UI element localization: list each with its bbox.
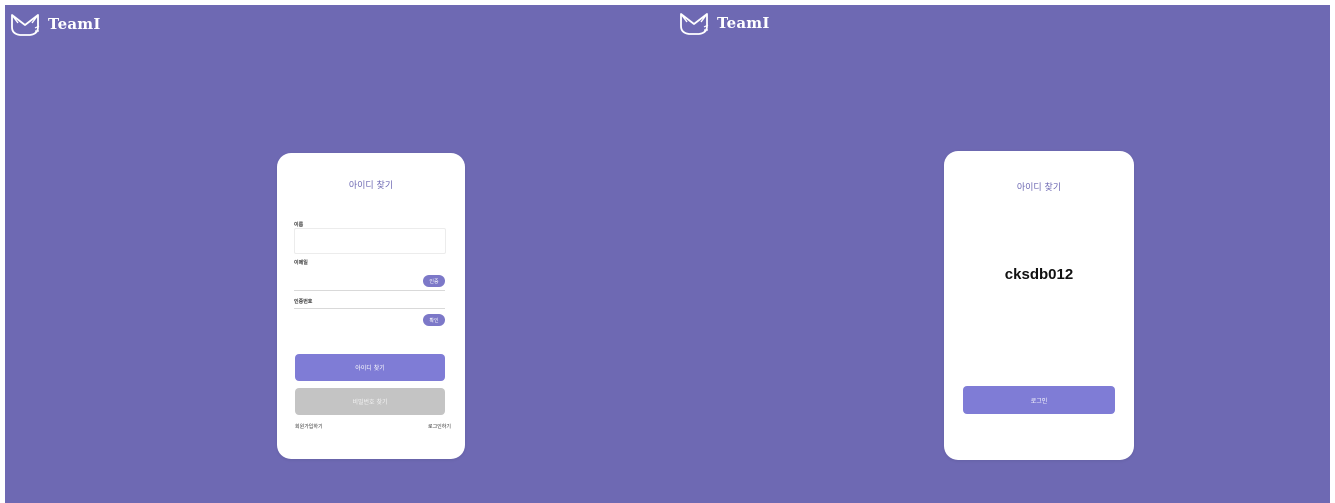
verification-code-input[interactable] bbox=[294, 308, 445, 309]
find-id-result-screen: TeamI 아이디 찾기 cksdb012 로그인 bbox=[667, 5, 1330, 503]
find-id-form-screen: TeamI 아이디 찾기 이름 이메일 인증 인증번호 확인 아이디 찾기 비밀… bbox=[5, 5, 667, 503]
card-title: 아이디 찾기 bbox=[1016, 183, 1062, 193]
teami-logo[interactable]: TeamI bbox=[677, 10, 770, 36]
teami-logo-icon bbox=[680, 13, 709, 35]
logo-text: TeamI bbox=[717, 14, 770, 32]
email-verify-button[interactable]: 인증 bbox=[423, 275, 445, 287]
find-id-result-card: 아이디 찾기 cksdb012 로그인 bbox=[944, 151, 1134, 460]
find-id-card: 아이디 찾기 이름 이메일 인증 인증번호 확인 아이디 찾기 비밀번호 찾기 … bbox=[277, 153, 465, 459]
email-label: 이메일 bbox=[294, 260, 308, 266]
teami-logo[interactable]: TeamI bbox=[8, 11, 101, 37]
card-title: 아이디 찾기 bbox=[348, 181, 394, 191]
logo-text: TeamI bbox=[48, 15, 101, 33]
email-input[interactable] bbox=[294, 290, 445, 291]
code-confirm-button[interactable]: 확인 bbox=[423, 314, 445, 326]
name-label: 이름 bbox=[294, 222, 304, 228]
signup-link[interactable]: 회원가입하기 bbox=[295, 423, 323, 430]
teami-logo-icon bbox=[11, 14, 40, 36]
find-password-button[interactable]: 비밀번호 찾기 bbox=[295, 388, 445, 415]
login-link[interactable]: 로그인하기 bbox=[428, 423, 451, 430]
verification-code-label: 인증번호 bbox=[294, 299, 313, 305]
name-input[interactable] bbox=[294, 228, 446, 254]
found-user-id: cksdb012 bbox=[1004, 266, 1074, 283]
login-button[interactable]: 로그인 bbox=[963, 386, 1115, 414]
find-id-button[interactable]: 아이디 찾기 bbox=[295, 354, 445, 381]
